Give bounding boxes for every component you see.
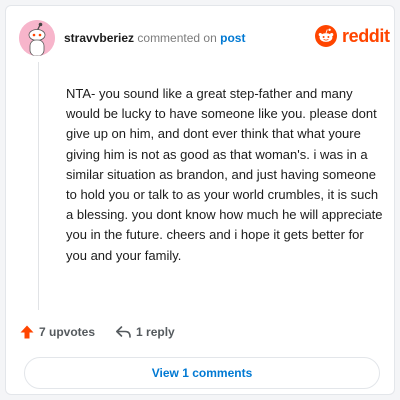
comment-card: stravvberiez commented on post reddit NT… — [5, 5, 395, 395]
comment-body: NTA- you sound like a great step-father … — [66, 86, 383, 263]
reddit-logo-icon — [315, 25, 337, 47]
post-link[interactable]: post — [220, 31, 245, 45]
brand-wordmark: reddit — [342, 26, 390, 46]
avatar[interactable] — [19, 20, 55, 56]
snoo-avatar-icon — [19, 20, 55, 56]
upvote-arrow-icon — [20, 325, 34, 339]
upvote-count: 7 upvotes — [39, 325, 96, 339]
reply-button[interactable]: 1 reply — [115, 324, 175, 340]
action-text: commented on — [137, 31, 217, 45]
comment-header: stravvberiez commented on post — [64, 31, 245, 45]
reply-arrow-icon — [116, 326, 131, 338]
view-comments-button[interactable]: View 1 comments — [24, 357, 380, 389]
upvote-button[interactable]: 7 upvotes — [19, 324, 95, 340]
username[interactable]: stravvberiez — [64, 31, 134, 45]
comment-actions: 7 upvotes 1 reply — [19, 324, 175, 340]
reddit-brand[interactable]: reddit — [315, 25, 390, 47]
reply-count: 1 reply — [136, 325, 175, 339]
view-comments-label: View 1 comments — [151, 366, 253, 380]
thread-line[interactable] — [38, 62, 39, 310]
